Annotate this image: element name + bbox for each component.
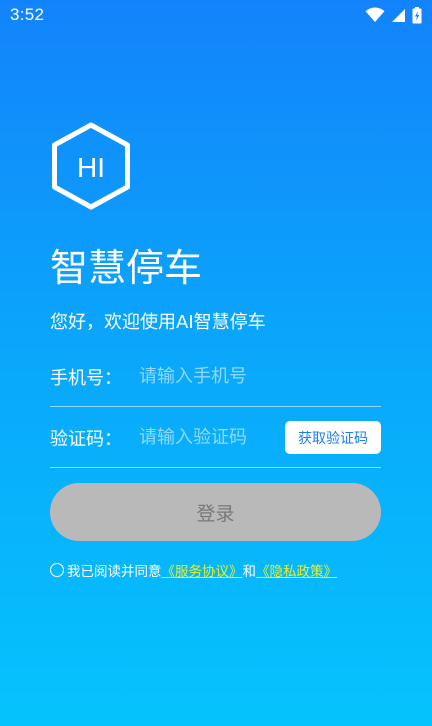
agreement-row: 我已阅读并同意 《服务协议》 和 《隐私政策》 (50, 560, 337, 580)
status-bar: 3:52 (0, 0, 432, 30)
hexagon-logo-icon: HI (52, 122, 130, 210)
battery-icon (412, 6, 422, 23)
agree-radio[interactable] (50, 563, 64, 577)
status-time: 3:52 (10, 5, 45, 24)
status-icons (365, 6, 422, 24)
phone-field-row: 手机号： (50, 347, 381, 407)
agreement-conjunction: 和 (242, 564, 257, 580)
agreement-prefix: 我已阅读并同意 (67, 564, 162, 580)
phone-label: 手机号： (50, 367, 122, 389)
wifi-icon (365, 7, 385, 23)
signal-icon (392, 8, 405, 22)
login-button[interactable]: 登录 (50, 483, 381, 541)
privacy-policy-link[interactable]: 《隐私政策》 (256, 560, 337, 580)
welcome-text: 您好，欢迎使用AI智慧停车 (50, 312, 266, 333)
verification-code-input[interactable] (139, 422, 285, 453)
app-title: 智慧停车 (50, 246, 203, 290)
get-code-button[interactable]: 获取验证码 (285, 421, 381, 454)
phone-input[interactable] (139, 361, 381, 392)
service-agreement-link[interactable]: 《服务协议》 (162, 560, 243, 580)
code-label: 验证码： (50, 428, 122, 450)
logo-text: HI (77, 152, 105, 183)
code-field-row: 验证码： 获取验证码 (50, 408, 381, 468)
